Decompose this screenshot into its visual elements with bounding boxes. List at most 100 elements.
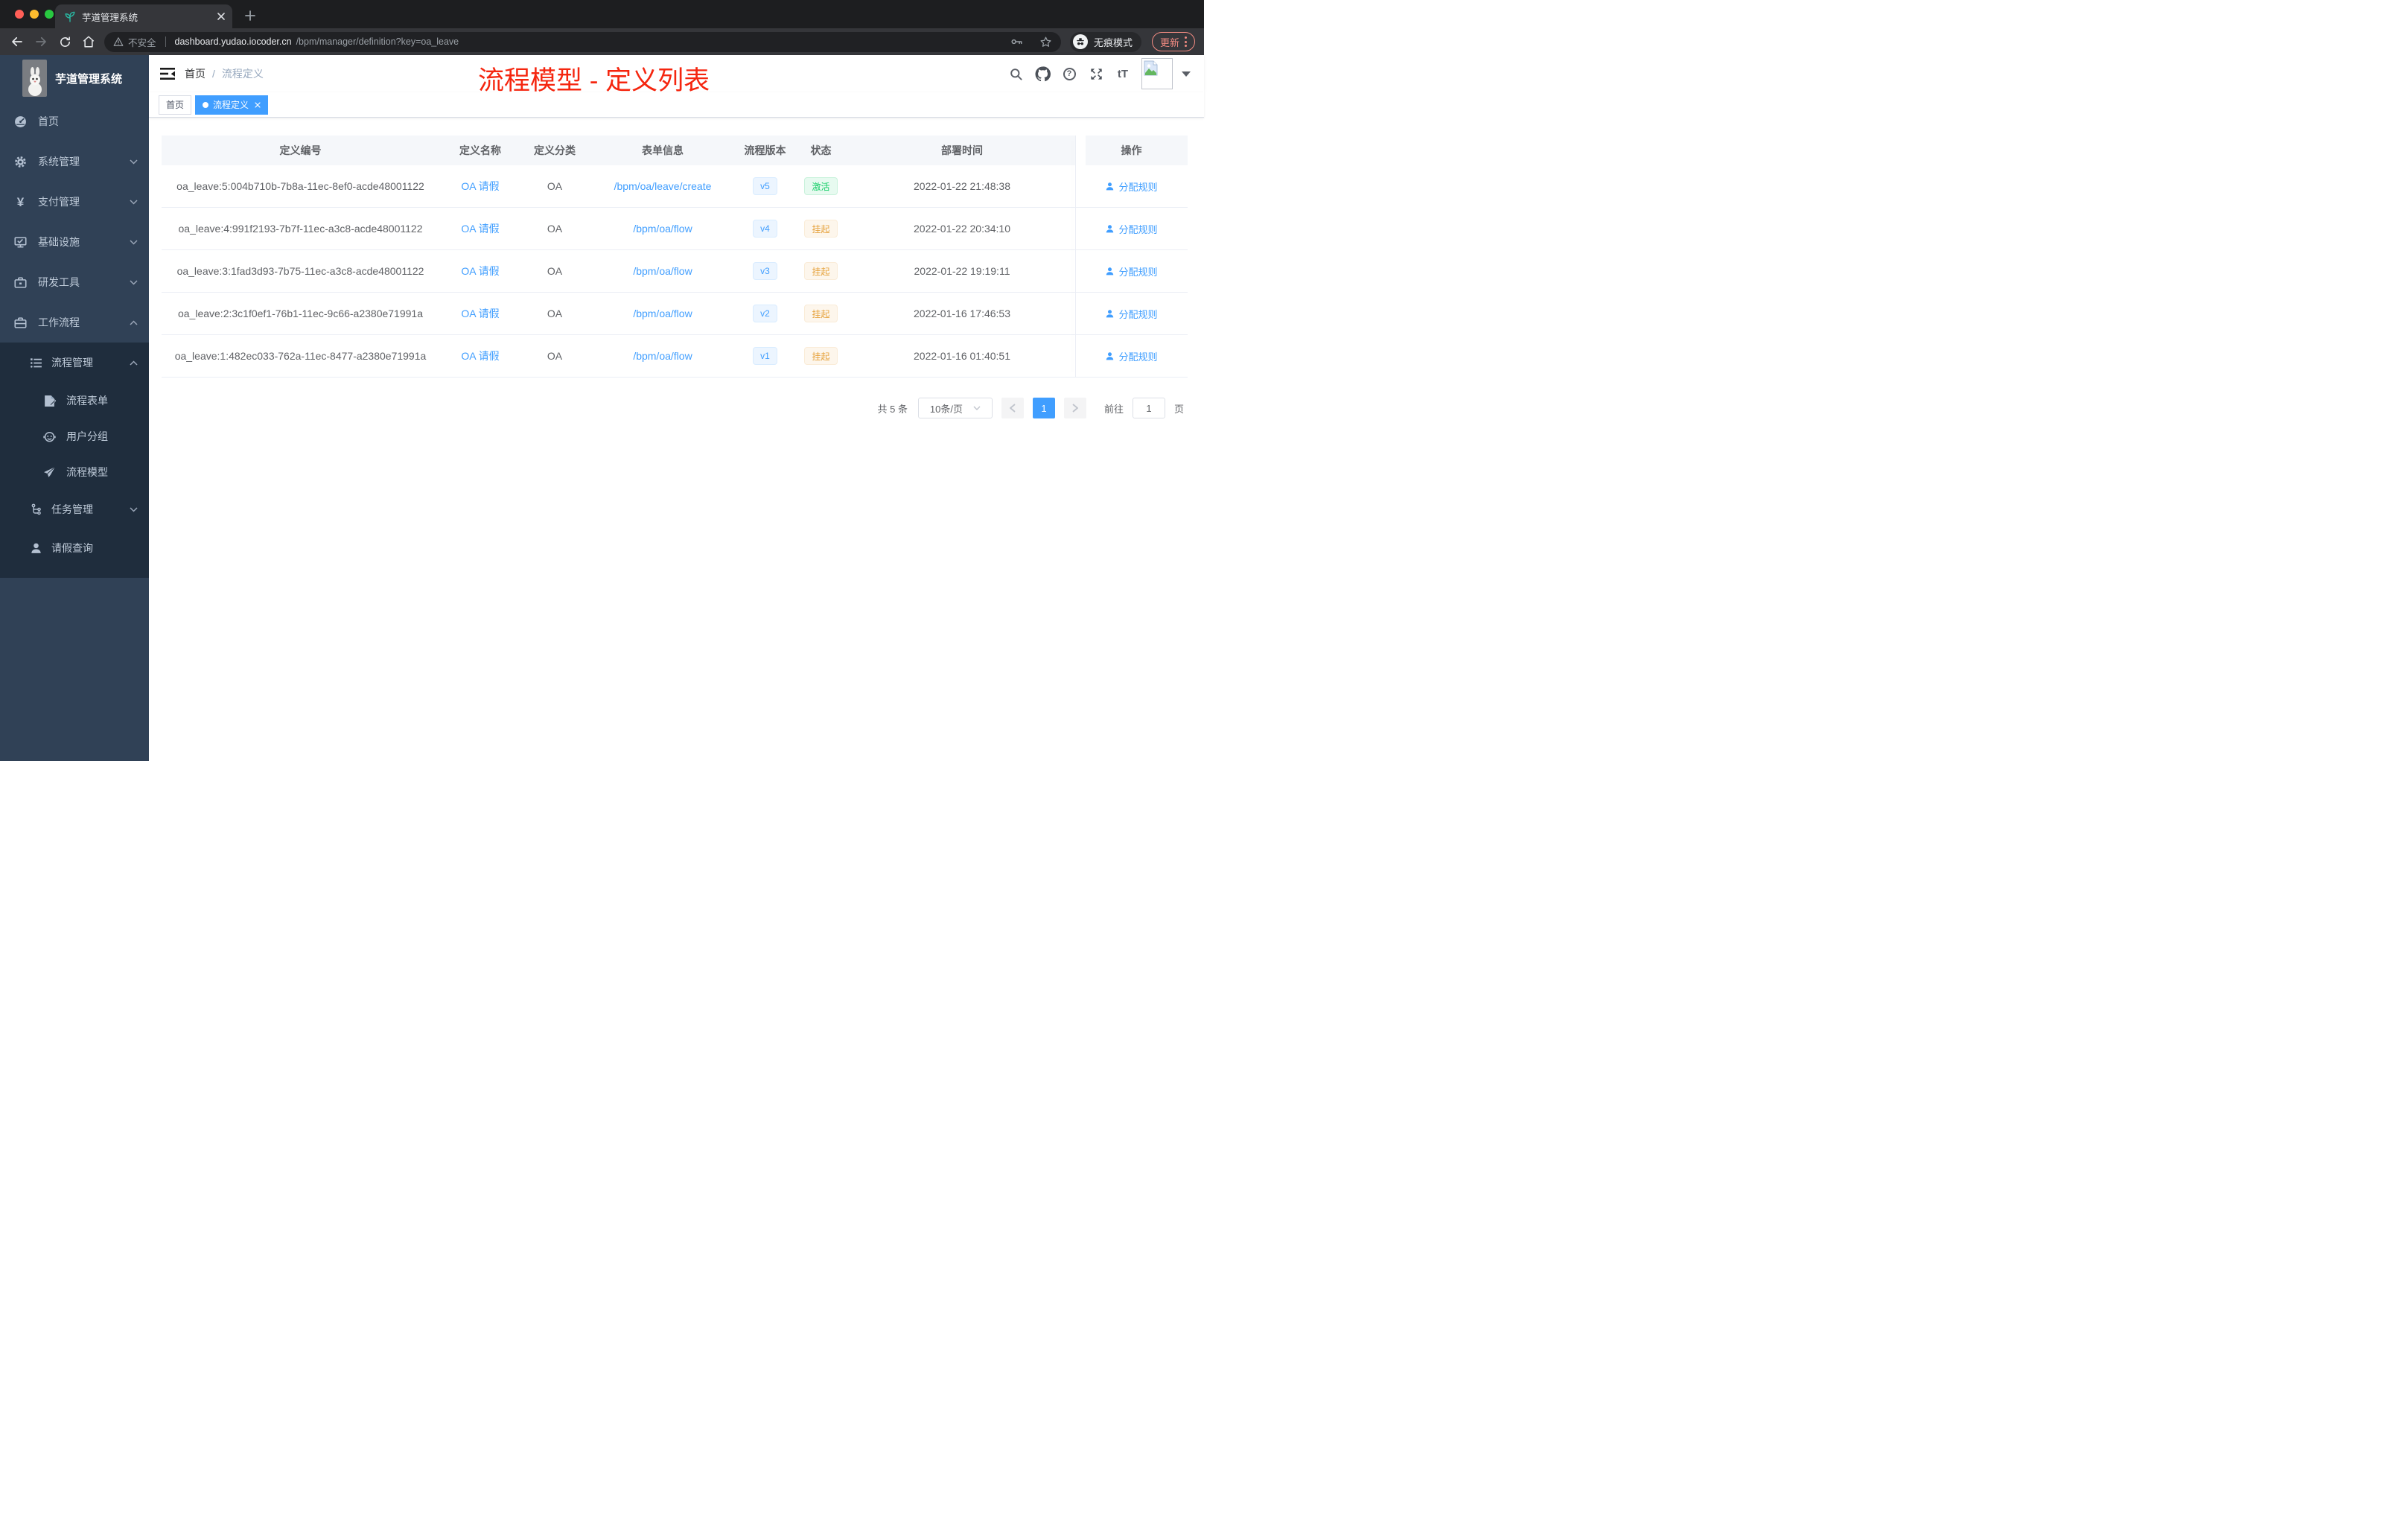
sidebar-item-label: 基础设施	[38, 236, 80, 248]
column-header-actions: 操作	[1075, 136, 1188, 165]
assign-rule-button[interactable]: 分配规则	[1105, 349, 1158, 363]
table-row: oa_leave:2:3c1f0ef1-76b1-11ec-9c66-a2380…	[162, 293, 1188, 335]
home-button[interactable]	[77, 31, 100, 52]
chevron-right-icon	[1072, 404, 1078, 413]
omnibox-divider	[165, 36, 166, 47]
assign-rule-button[interactable]: 分配规则	[1105, 222, 1158, 236]
sidebar-item-process-model[interactable]: 流程模型	[0, 454, 149, 490]
main-area: 首页 / 流程定义 ? tT 流程模型 - 定义列表 首页 流程定义 定义编号 …	[149, 55, 1204, 761]
chevron-down-icon	[130, 199, 138, 205]
active-dot-icon	[203, 101, 209, 108]
assign-rule-label: 分配规则	[1118, 308, 1158, 320]
address-bar[interactable]: 不安全 dashboard.yudao.iocoder.cn/bpm/manag…	[104, 31, 1061, 52]
assign-rule-button[interactable]: 分配规则	[1105, 307, 1158, 321]
zoom-window-button[interactable]	[45, 10, 54, 19]
new-tab-button[interactable]	[240, 5, 261, 26]
fullscreen-icon[interactable]	[1088, 66, 1104, 82]
assign-rule-button[interactable]: 分配规则	[1105, 179, 1158, 194]
update-label[interactable]: 更新	[1160, 35, 1179, 49]
bookmark-star-icon[interactable]	[1039, 36, 1052, 48]
goto-page-input[interactable]	[1132, 398, 1165, 418]
page-number-button[interactable]: 1	[1032, 398, 1055, 418]
definition-name-link[interactable]: OA 请假	[461, 306, 499, 321]
cell-deploy-time: 2022-01-22 20:34:10	[914, 223, 1010, 235]
pagination: 共 5 条 10条/页 1 前往 页	[878, 398, 1184, 418]
forward-button[interactable]	[30, 31, 52, 52]
sidebar-item-payment[interactable]: ¥ 支付管理	[0, 182, 149, 222]
breadcrumb-current: 流程定义	[221, 68, 264, 80]
cell-definition-id: oa_leave:2:3c1f0ef1-76b1-11ec-9c66-a2380…	[177, 308, 423, 319]
status-badge: 挂起	[804, 305, 838, 322]
sidebar-item-home[interactable]: 首页	[0, 101, 149, 141]
cell-category: OA	[547, 265, 563, 277]
next-page-button[interactable]	[1063, 398, 1086, 418]
tag-home[interactable]: 首页	[159, 95, 192, 115]
assign-rule-label: 分配规则	[1118, 181, 1158, 193]
sidebar-item-process-management[interactable]: 流程管理	[0, 343, 149, 383]
sidebar-item-label: 首页	[38, 115, 59, 127]
tree-icon	[30, 503, 42, 516]
url-path: /bpm/manager/definition?key=oa_leave	[296, 36, 459, 47]
breadcrumb-home[interactable]: 首页	[185, 66, 206, 81]
column-header-version: 流程版本	[737, 136, 793, 165]
browser-update-button[interactable]: 更新	[1152, 32, 1196, 51]
definition-name-link[interactable]: OA 请假	[461, 179, 499, 194]
sidebar-logo[interactable]: 芋道管理系统	[0, 55, 149, 101]
sidebar-item-infrastructure[interactable]: 基础设施	[0, 222, 149, 262]
table-row: oa_leave:4:991f2193-7b7f-11ec-a3c8-acde4…	[162, 208, 1188, 250]
yen-icon: ¥	[16, 194, 25, 209]
sidebar-item-label: 任务管理	[51, 503, 93, 515]
font-size-icon[interactable]: tT	[1115, 66, 1131, 82]
tag-label: 流程定义	[213, 100, 249, 110]
sidebar-item-devtools[interactable]: 研发工具	[0, 262, 149, 302]
definition-name-link[interactable]: OA 请假	[461, 264, 499, 278]
minimize-window-button[interactable]	[30, 10, 39, 19]
robot-face-icon	[43, 430, 56, 443]
definition-name-link[interactable]: OA 请假	[461, 221, 499, 236]
form-info-link[interactable]: /bpm/oa/flow	[633, 350, 692, 362]
avatar-dropdown-caret-icon[interactable]	[1182, 71, 1191, 77]
reload-button[interactable]	[54, 31, 76, 52]
definition-name-link[interactable]: OA 请假	[461, 348, 499, 363]
help-icon[interactable]: ?	[1061, 66, 1077, 82]
incognito-icon	[1073, 34, 1088, 49]
document-edit-icon	[43, 395, 56, 407]
sidebar-item-workflow[interactable]: 工作流程	[0, 302, 149, 343]
sidebar-item-process-form[interactable]: 流程表单	[0, 383, 149, 418]
assign-rule-label: 分配规则	[1118, 266, 1158, 278]
sidebar-item-label: 流程模型	[66, 466, 108, 478]
sidebar-item-leave-query[interactable]: 请假查询	[0, 529, 149, 567]
sidebar-item-task-management[interactable]: 任务管理	[0, 490, 149, 529]
sidebar-item-user-group[interactable]: 用户分组	[0, 418, 149, 454]
column-header-id: 定义编号	[162, 136, 439, 165]
tag-process-definition[interactable]: 流程定义	[195, 95, 269, 115]
chevron-down-icon	[130, 159, 138, 165]
search-icon[interactable]	[1007, 66, 1024, 82]
sidebar-toggle-icon[interactable]	[159, 66, 176, 82]
form-info-link[interactable]: /bpm/oa/flow	[633, 308, 692, 319]
sidebar-item-system[interactable]: 系统管理	[0, 141, 149, 182]
cell-deploy-time: 2022-01-22 19:19:11	[914, 265, 1010, 277]
avatar[interactable]	[1141, 58, 1173, 89]
form-info-link[interactable]: /bpm/oa/flow	[633, 223, 692, 235]
not-secure-label[interactable]: 不安全	[128, 35, 156, 49]
briefcase-icon	[14, 316, 27, 329]
table-header-row: 定义编号 定义名称 定义分类 表单信息 流程版本 状态 部署时间 操作	[162, 136, 1188, 165]
close-window-button[interactable]	[15, 10, 24, 19]
form-info-link[interactable]: /bpm/oa/flow	[633, 265, 692, 277]
tab-close-icon[interactable]	[217, 13, 225, 20]
page-size-select[interactable]: 10条/页	[917, 398, 993, 418]
list-icon	[30, 357, 42, 369]
form-info-link[interactable]: /bpm/oa/leave/create	[614, 180, 712, 192]
tag-close-icon[interactable]	[255, 101, 261, 108]
assign-rule-button[interactable]: 分配规则	[1105, 264, 1158, 278]
browser-tab[interactable]: 芋道管理系统	[55, 4, 232, 28]
status-badge: 激活	[804, 177, 838, 195]
github-icon[interactable]	[1034, 66, 1051, 82]
prev-page-button[interactable]	[1001, 398, 1024, 418]
column-header-category: 定义分类	[521, 136, 588, 165]
goto-label: 前往	[1103, 403, 1124, 415]
back-button[interactable]	[6, 31, 28, 52]
password-key-icon[interactable]	[1010, 35, 1023, 48]
browser-menu-icon[interactable]	[1185, 36, 1188, 47]
